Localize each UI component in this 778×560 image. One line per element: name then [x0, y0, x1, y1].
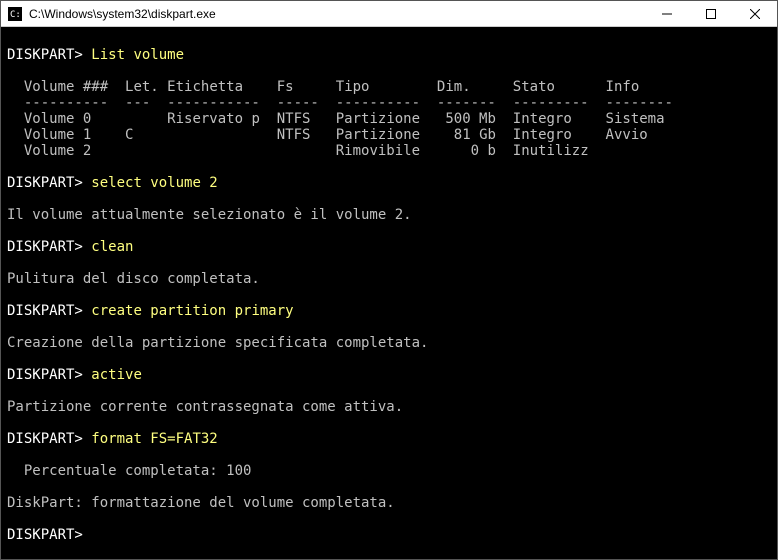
th-info: Info — [606, 79, 640, 95]
r1-num: Volume 1 — [24, 127, 91, 143]
msg-cleaned: Pulitura del disco completata. — [7, 271, 260, 287]
maximize-button[interactable] — [689, 1, 733, 27]
cmd-icon: C: — [7, 6, 23, 22]
cmd-list-volume: List volume — [91, 47, 184, 63]
terminal-output[interactable]: DISKPART> List volume Volume ### Let. Et… — [1, 27, 777, 559]
r2-type: Rimovibile — [336, 143, 420, 159]
th-let: Let. — [125, 79, 159, 95]
msg-created: Creazione della partizione specificata c… — [7, 335, 428, 351]
cmd-select-volume: select volume 2 — [91, 175, 217, 191]
r0-info: Sistema — [606, 111, 665, 127]
close-button[interactable] — [733, 1, 777, 27]
svg-text:C:: C: — [10, 10, 21, 20]
msg-percent: Percentuale completata: 100 — [7, 463, 251, 479]
prompt: DISKPART> — [7, 431, 83, 447]
r0-size: 500 Mb — [445, 111, 496, 127]
cmd-create-partition: create partition primary — [91, 303, 293, 319]
r1-let: C — [125, 127, 133, 143]
r2-num: Volume 2 — [24, 143, 91, 159]
prompt: DISKPART> — [7, 239, 83, 255]
minimize-button[interactable] — [645, 1, 689, 27]
msg-selected: Il volume attualmente selezionato è il v… — [7, 207, 412, 223]
prompt: DISKPART> — [7, 303, 83, 319]
r2-size: 0 b — [471, 143, 496, 159]
r2-state: Inutilizz — [513, 143, 589, 159]
r1-type: Partizione — [336, 127, 420, 143]
th-volnum: Volume ### — [24, 79, 108, 95]
window-controls — [645, 1, 777, 27]
titlebar[interactable]: C: C:\Windows\system32\diskpart.exe — [1, 1, 777, 27]
r0-state: Integro — [513, 111, 572, 127]
prompt: DISKPART> — [7, 175, 83, 191]
r1-fs: NTFS — [277, 127, 311, 143]
cmd-clean: clean — [91, 239, 133, 255]
prompt: DISKPART> — [7, 47, 83, 63]
prompt: DISKPART> — [7, 367, 83, 383]
msg-formatted: DiskPart: formattazione del volume compl… — [7, 495, 395, 511]
cmd-format: format FS=FAT32 — [91, 431, 217, 447]
th-fs: Fs — [277, 79, 294, 95]
app-window: C: C:\Windows\system32\diskpart.exe DISK… — [0, 0, 778, 560]
r0-fs: NTFS — [277, 111, 311, 127]
prompt-final: DISKPART> — [7, 527, 83, 543]
th-type: Tipo — [336, 79, 370, 95]
th-size: Dim. — [437, 79, 471, 95]
r0-num: Volume 0 — [24, 111, 91, 127]
r1-state: Integro — [513, 127, 572, 143]
window-title: C:\Windows\system32\diskpart.exe — [29, 7, 645, 21]
r0-type: Partizione — [336, 111, 420, 127]
th-label: Etichetta — [167, 79, 243, 95]
th-state: Stato — [513, 79, 555, 95]
msg-active: Partizione corrente contrassegnata come … — [7, 399, 403, 415]
r0-label: Riservato p — [167, 111, 260, 127]
r1-size: 81 Gb — [454, 127, 496, 143]
cmd-active: active — [91, 367, 142, 383]
r1-info: Avvio — [606, 127, 648, 143]
